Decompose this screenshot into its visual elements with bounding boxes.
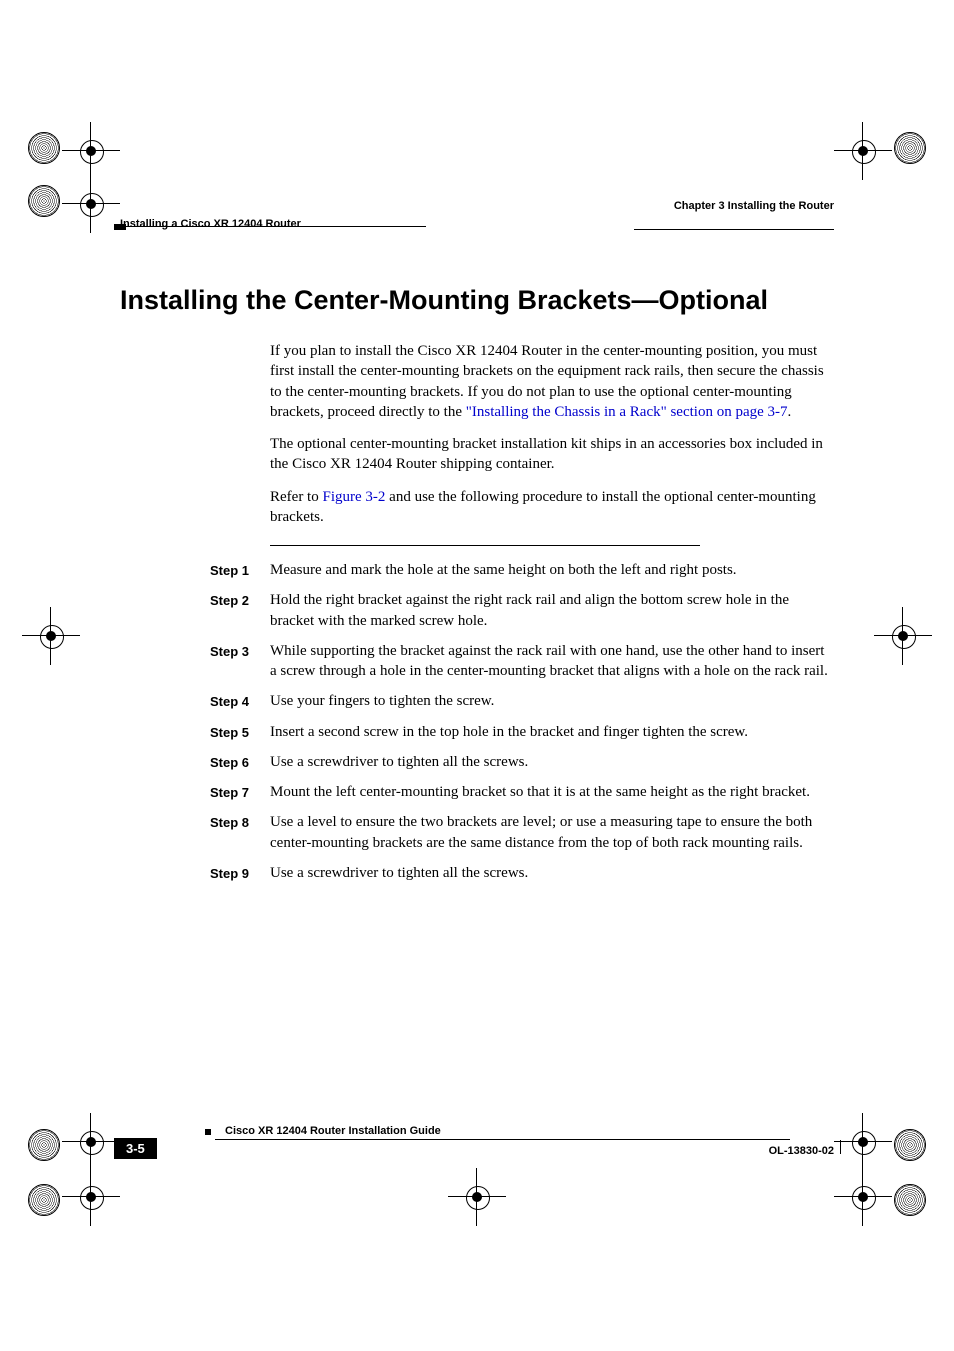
step-row: Step 3While supporting the bracket again… bbox=[210, 641, 834, 682]
step-label: Step 3 bbox=[210, 641, 270, 682]
step-row: Step 4Use your fingers to tighten the sc… bbox=[210, 691, 834, 711]
print-regmark bbox=[842, 130, 884, 172]
step-row: Step 1Measure and mark the hole at the s… bbox=[210, 560, 834, 580]
step-text: Mount the left center-mounting bracket s… bbox=[270, 782, 834, 802]
steps-separator bbox=[270, 545, 700, 546]
print-regmark bbox=[456, 1176, 498, 1218]
print-mark bbox=[894, 1184, 926, 1216]
step-text: Hold the right bracket against the right… bbox=[270, 590, 834, 631]
print-mark bbox=[28, 1184, 60, 1216]
print-mark bbox=[28, 1129, 60, 1161]
step-row: Step 5Insert a second screw in the top h… bbox=[210, 722, 834, 742]
cross-reference-link[interactable]: Figure 3-2 bbox=[322, 489, 385, 505]
step-text: While supporting the bracket against the… bbox=[270, 641, 834, 682]
print-regmark bbox=[70, 1176, 112, 1218]
print-mark bbox=[28, 185, 60, 217]
step-row: Step 9Use a screwdriver to tighten all t… bbox=[210, 863, 834, 883]
print-regmark bbox=[30, 615, 72, 657]
step-label: Step 9 bbox=[210, 863, 270, 883]
print-regmark bbox=[70, 130, 112, 172]
page-title: Installing the Center-Mounting Brackets—… bbox=[120, 285, 834, 316]
print-regmark bbox=[842, 1176, 884, 1218]
step-text: Use your fingers to tighten the screw. bbox=[270, 691, 834, 711]
header-chapter-title: Chapter 3 Installing the Router bbox=[634, 200, 834, 230]
step-text: Use a level to ensure the two brackets a… bbox=[270, 812, 834, 853]
step-label: Step 2 bbox=[210, 590, 270, 631]
footer-bullet-icon bbox=[205, 1129, 211, 1135]
paragraph-text: . bbox=[788, 404, 792, 420]
print-mark bbox=[28, 132, 60, 164]
footer-end-rule bbox=[840, 1140, 842, 1154]
print-regmark bbox=[70, 183, 112, 225]
step-text: Insert a second screw in the top hole in… bbox=[270, 722, 834, 742]
running-header: Installing a Cisco XR 12404 Router Chapt… bbox=[120, 200, 834, 230]
print-regmark bbox=[70, 1121, 112, 1163]
print-mark bbox=[894, 1129, 926, 1161]
print-mark bbox=[894, 132, 926, 164]
step-label: Step 6 bbox=[210, 752, 270, 772]
document-id: OL-13830-02 bbox=[769, 1145, 834, 1157]
paragraph-text: Refer to bbox=[270, 489, 322, 505]
footer-rule bbox=[215, 1139, 790, 1140]
step-label: Step 8 bbox=[210, 812, 270, 853]
page-footer: Cisco XR 12404 Router Installation Guide… bbox=[120, 1139, 834, 1151]
step-label: Step 4 bbox=[210, 691, 270, 711]
print-regmark bbox=[882, 615, 924, 657]
paragraph: If you plan to install the Cisco XR 1240… bbox=[270, 341, 834, 422]
cross-reference-link[interactable]: "Installing the Chassis in a Rack" secti… bbox=[466, 404, 788, 420]
step-text: Use a screwdriver to tighten all the scr… bbox=[270, 752, 834, 772]
step-text: Measure and mark the hole at the same he… bbox=[270, 560, 834, 580]
step-row: Step 7Mount the left center-mounting bra… bbox=[210, 782, 834, 802]
step-row: Step 6Use a screwdriver to tighten all t… bbox=[210, 752, 834, 772]
step-text: Use a screwdriver to tighten all the scr… bbox=[270, 863, 834, 883]
paragraph: The optional center-mounting bracket ins… bbox=[270, 434, 834, 475]
step-label: Step 7 bbox=[210, 782, 270, 802]
step-label: Step 1 bbox=[210, 560, 270, 580]
footer-guide-title: Cisco XR 12404 Router Installation Guide bbox=[225, 1125, 834, 1137]
paragraph: Refer to Figure 3-2 and use the followin… bbox=[270, 487, 834, 528]
steps-list: Step 1Measure and mark the hole at the s… bbox=[210, 560, 834, 883]
header-rule bbox=[114, 224, 126, 230]
step-row: Step 8Use a level to ensure the two brac… bbox=[210, 812, 834, 853]
step-label: Step 5 bbox=[210, 722, 270, 742]
print-regmark bbox=[842, 1121, 884, 1163]
page-number-badge: 3-5 bbox=[114, 1138, 157, 1159]
step-row: Step 2Hold the right bracket against the… bbox=[210, 590, 834, 631]
